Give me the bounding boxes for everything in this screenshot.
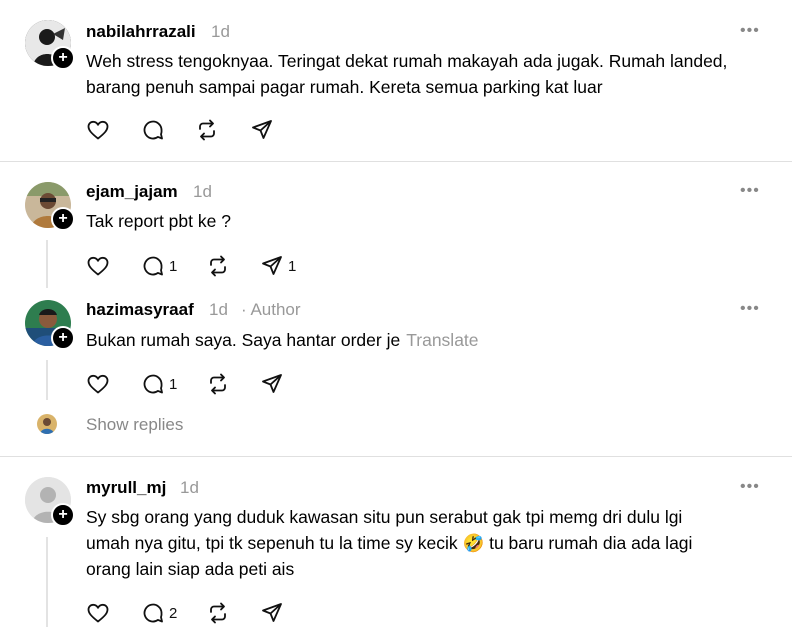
reply-count: 1 [169,257,178,275]
repost-icon [210,373,226,395]
post-text-line: Tak report pbt ke ? [86,211,231,231]
post-text: Sy sbg orang yang duduk kawasan situ pun… [86,504,692,582]
share-button[interactable]: 1 [260,254,296,278]
post-text-line: orang lain siap ada peti ais [86,559,295,579]
follow-plus-icon[interactable]: + [51,503,75,527]
timestamp: 1d [211,22,230,41]
reply-avatar-small [37,414,57,434]
reply-button[interactable] [141,118,165,142]
share-button[interactable] [250,118,274,142]
repost-icon [199,119,215,141]
send-icon [262,256,282,275]
username[interactable]: ejam_jajam [86,182,178,202]
reply-button[interactable]: 2 [141,601,177,625]
send-icon [262,603,282,622]
heart-icon [87,603,109,623]
repost-button[interactable] [206,601,230,625]
share-button[interactable] [260,601,284,625]
more-options-icon[interactable]: ••• [740,182,760,200]
username[interactable]: myrull_mj [86,478,166,498]
comment-icon [143,603,163,623]
post-text-line: Sy sbg orang yang duduk kawasan situ pun… [86,507,683,527]
thread-line [46,360,48,400]
post-text-line: Weh stress tengoknyaa. Teringat dekat ru… [86,51,728,71]
post-text-line: umah nya gitu, tpi tk sepenuh tu la time… [86,533,693,553]
repost-button[interactable] [195,118,219,142]
timestamp: 1d [193,182,212,201]
like-button[interactable] [86,118,110,142]
follow-plus-icon[interactable]: + [51,326,75,350]
comment-icon [143,374,163,394]
follow-plus-icon[interactable]: + [51,207,75,231]
username[interactable]: nabilahrrazali [86,22,196,42]
reply-count: 1 [169,375,178,393]
heart-icon [87,374,109,394]
post-text: Weh stress tengoknyaa. Teringat dekat ru… [86,48,727,100]
send-icon [262,374,282,393]
divider [0,456,792,457]
post-text: Tak report pbt ke ? [86,208,231,234]
author-tag: · Author [241,300,301,319]
like-button[interactable] [86,254,110,278]
username[interactable]: hazimasyraaf [86,300,194,320]
more-options-icon[interactable]: ••• [740,22,760,40]
show-replies-link[interactable]: Show replies [86,415,183,435]
reply-button[interactable]: 1 [141,254,177,278]
heart-icon [87,256,109,276]
more-options-icon[interactable]: ••• [740,300,760,318]
post-text-line: Bukan rumah saya. Saya hantar order je [86,330,401,350]
post-text: Bukan rumah saya. Saya hantar order je Tr… [86,327,479,353]
send-icon [252,120,272,139]
share-button[interactable] [260,372,284,396]
translate-link[interactable]: Translate [406,330,478,350]
more-options-icon[interactable]: ••• [740,478,760,496]
comment-icon [143,256,163,276]
repost-button[interactable] [206,254,230,278]
reply-count: 2 [169,604,178,622]
follow-plus-icon[interactable]: + [51,46,75,70]
timestamp: 1d [180,478,199,497]
comment-icon [143,120,163,140]
timestamp: 1d [209,300,228,319]
like-button[interactable] [86,372,110,396]
divider [0,161,792,162]
heart-icon [87,120,109,140]
repost-icon [210,602,226,624]
repost-icon [210,255,226,277]
reply-button[interactable]: 1 [141,372,177,396]
repost-button[interactable] [206,372,230,396]
like-button[interactable] [86,601,110,625]
share-count: 1 [288,257,297,275]
post-text-line: barang penuh sampai pagar rumah. Kereta … [86,77,603,97]
thread-line [46,240,48,288]
thread-line [46,537,48,627]
